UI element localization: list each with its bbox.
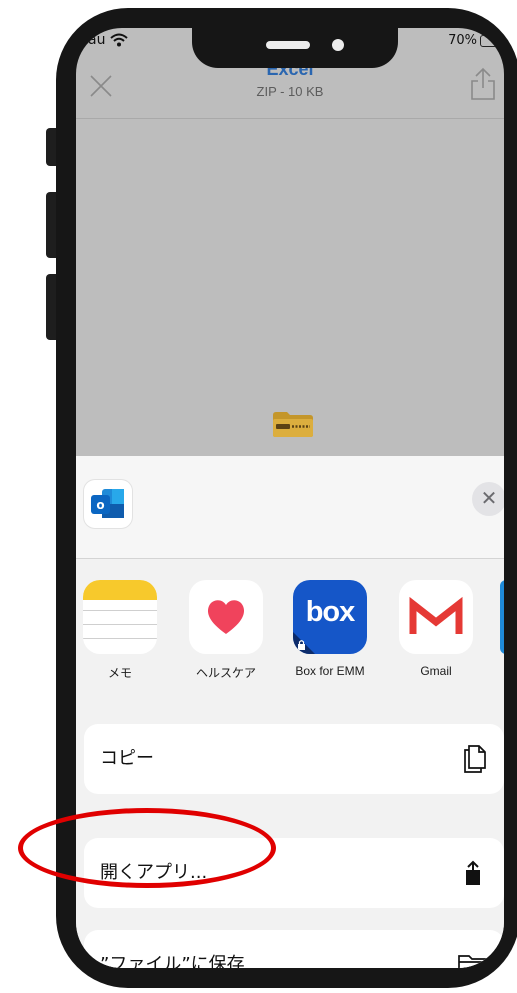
app-row: メモ ヘルスケア box Box for EMM Gmail [76,580,504,700]
app-label: ヘルスケア [195,666,256,680]
wifi-icon [110,33,129,47]
lock-badge-icon [293,632,315,654]
share-icon[interactable] [468,66,498,102]
status-bar-left: au [88,32,129,48]
open-in-icon [466,860,480,885]
sheet-close-button[interactable]: ✕ [472,482,504,516]
notch [192,28,398,68]
outlook-logo: o [91,489,124,518]
box-icon-text: box [305,596,356,628]
file-info: ZIP - 10 KB [256,84,324,99]
folder-icon [458,955,488,968]
share-sheet-header: o ✕ [76,456,504,559]
app-label: メモ [107,666,132,680]
speaker [266,41,310,49]
app-label: Box for EMM [295,664,365,678]
battery-percent: 70% [448,33,477,48]
app-box[interactable]: box Box for EMM [280,580,380,678]
red-annotation-circle [18,808,276,888]
gmail-icon [399,580,473,654]
health-heart-icon [189,580,263,654]
status-bar-right: 70% [448,33,498,48]
outlook-icon[interactable]: o [84,480,132,528]
action-label: ”ファイル”に保存 [100,954,245,968]
copy-icon [464,745,486,773]
action-label: コピー [100,748,154,769]
next-app-peek[interactable] [500,580,504,654]
app-health[interactable]: ヘルスケア [176,580,276,681]
zip-folder-icon [273,412,313,437]
battery-icon [480,34,498,47]
save-to-files-action[interactable]: ”ファイル”に保存 [84,930,504,968]
svg-text:o: o [96,498,104,512]
app-notes[interactable]: メモ [76,580,170,681]
share-sheet: o ✕ メモ ヘルスケア box Box for EMM Gmail コピー 開… [76,456,504,968]
notes-icon [83,580,157,654]
carrier-label: au [88,32,106,48]
app-gmail[interactable]: Gmail [386,580,486,678]
box-icon: box [293,580,367,654]
copy-action[interactable]: コピー [84,724,504,794]
front-camera [332,39,344,51]
app-label: Gmail [420,664,452,678]
